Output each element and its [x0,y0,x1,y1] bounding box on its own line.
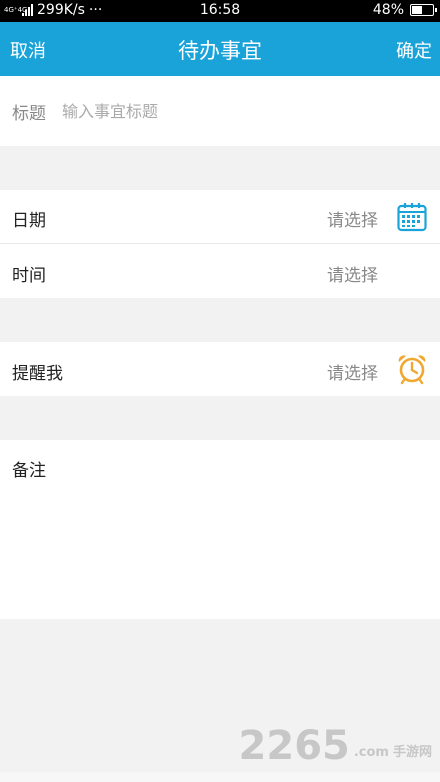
title-row: 标题 [0,76,440,146]
calendar-icon[interactable] [396,201,428,233]
watermark-suffix: .com [353,745,389,760]
watermark-text: 手游网 [392,745,432,760]
remind-value[interactable]: 请选择 [327,359,378,384]
battery-percent: 48% [372,2,404,18]
status-bar: 4G⁺4G 299K/s ··· 16:58 48% [0,0,440,22]
watermark-logo: 2265 .com 手游网 [239,726,432,766]
date-row[interactable]: 日期 请选择 [0,190,440,244]
remind-row[interactable]: 提醒我 请选择 [0,342,440,396]
date-value[interactable]: 请选择 [327,206,378,231]
time-value[interactable]: 请选择 [327,261,378,286]
page-title: 待办事宜 [178,39,262,63]
remind-label: 提醒我 [12,364,63,384]
alarm-clock-icon[interactable] [396,353,428,385]
title-input[interactable] [60,98,404,124]
watermark-number: 2265 [238,723,350,769]
confirm-button[interactable]: 确定 [396,37,432,63]
note-label: 备注 [12,461,46,481]
time-row[interactable]: 时间 请选择 [0,244,440,298]
note-box[interactable]: 备注 [0,440,440,619]
nav-bar: 取消 待办事宜 确定 [0,22,440,76]
date-label: 日期 [12,211,46,231]
status-right: 48% [372,2,437,18]
bottom-tab-bar [0,772,440,782]
battery-icon [410,4,437,16]
title-label: 标题 [12,104,46,124]
time-label: 时间 [12,266,46,286]
